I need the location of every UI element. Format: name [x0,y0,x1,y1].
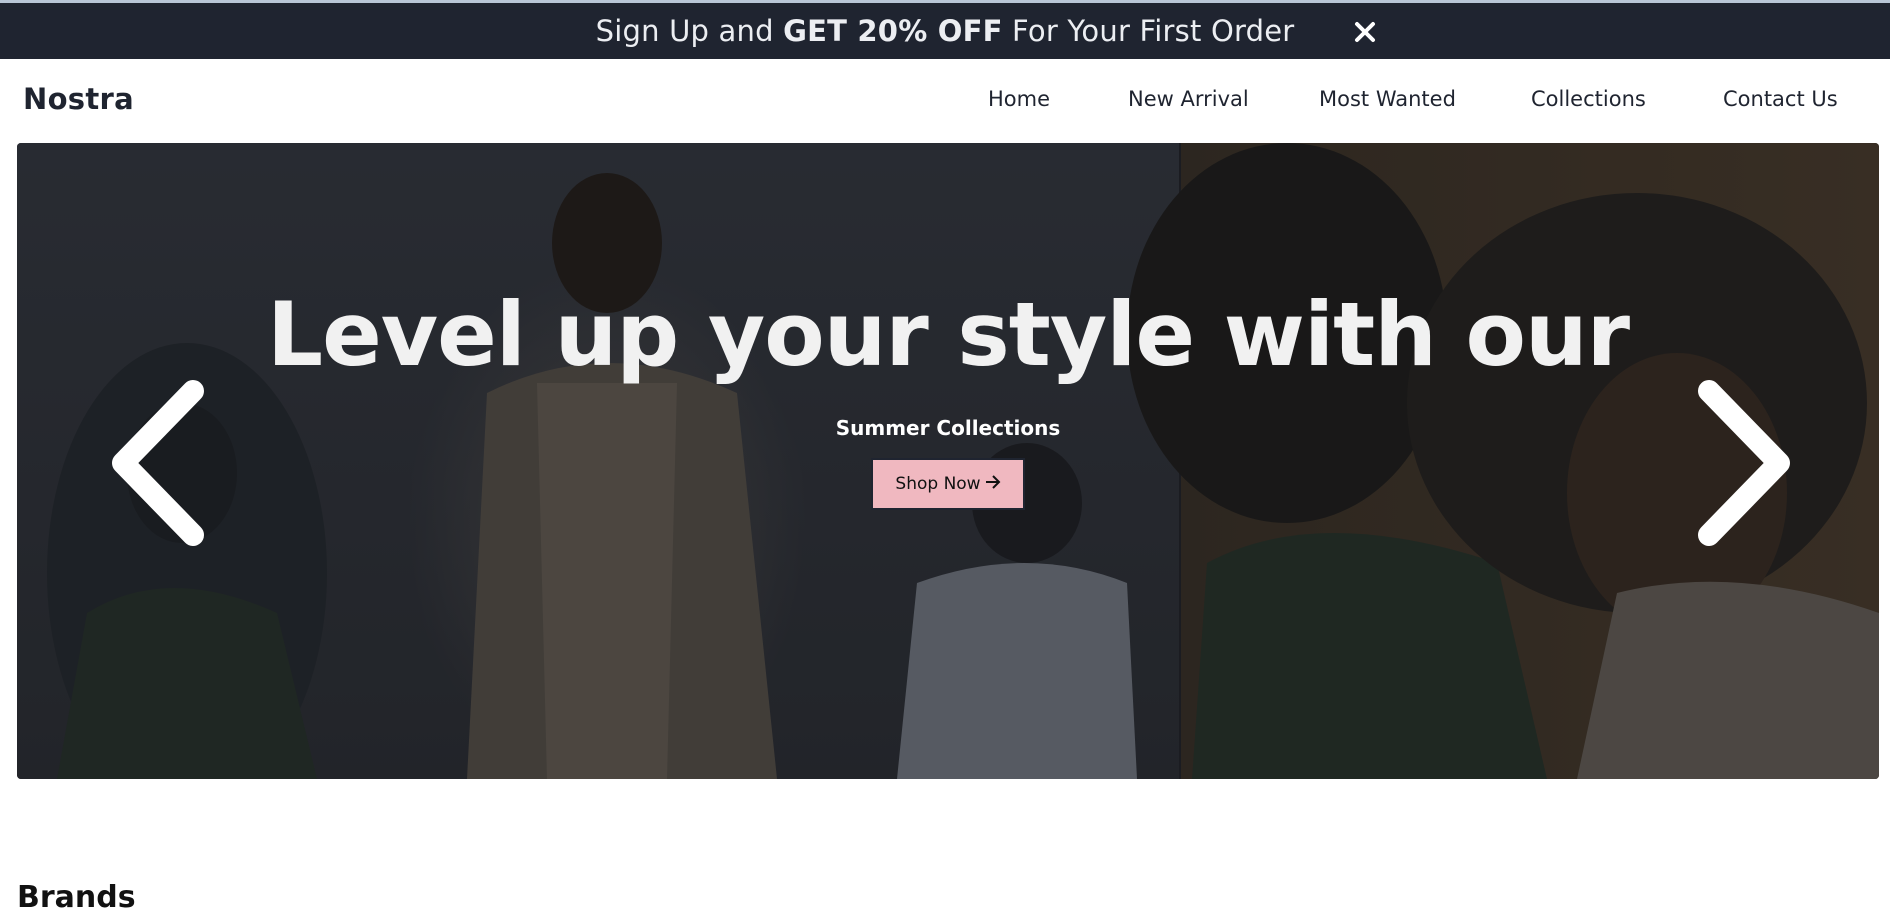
brand-logo[interactable]: Nostra [23,82,134,116]
chevron-left-icon[interactable] [105,373,225,553]
promo-text-before: Sign Up and [595,14,784,48]
close-icon[interactable] [1350,17,1380,47]
promo-text-bold: GET 20% OFF [783,14,1003,48]
shop-now-label: Shop Now [895,474,981,494]
chevron-right-icon[interactable] [1677,373,1797,553]
hero-subtitle: Summer Collections [835,416,1061,440]
nav-link-collections[interactable]: Collections [1531,87,1646,111]
nav-link-new-arrival[interactable]: New Arrival [1128,87,1249,111]
promo-text: Sign Up and GET 20% OFF For Your First O… [596,14,1295,48]
nav-link-most-wanted[interactable]: Most Wanted [1319,87,1456,111]
main-nav: Nostra Home New Arrival Most Wanted Coll… [0,59,1890,143]
arrow-right-icon [985,474,1001,494]
hero-title: Level up your style with our [267,283,1630,386]
brands-heading: Brands [17,880,136,915]
promo-banner: Sign Up and GET 20% OFF For Your First O… [0,0,1890,59]
hero-carousel: Level up your style with our Summer Coll… [17,143,1879,779]
shop-now-button[interactable]: Shop Now [871,458,1025,510]
nav-link-home[interactable]: Home [988,87,1050,111]
promo-text-after: For Your First Order [1002,14,1295,48]
nav-link-contact-us[interactable]: Contact Us [1723,87,1838,111]
